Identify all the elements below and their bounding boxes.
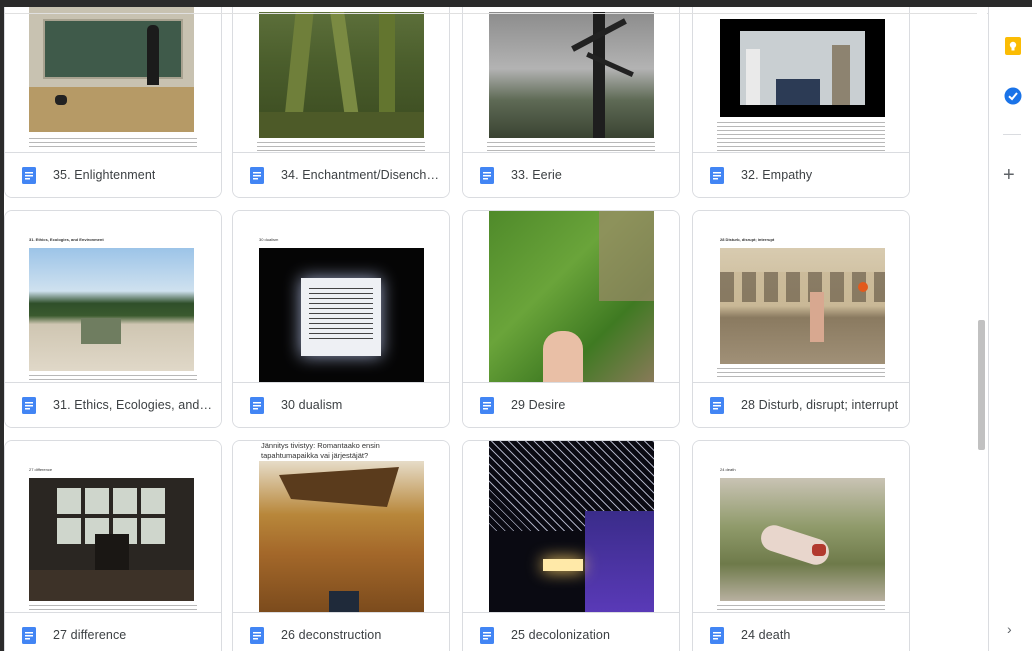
doc-thumbnail: 28 Disturb, disrupt; interrupt: [693, 211, 909, 384]
doc-title: 33. Eerie: [511, 168, 562, 182]
doc-card-30[interactable]: 30 dualism 30 dualism: [232, 210, 450, 428]
doc-thumbnail: [693, 7, 909, 154]
google-docs-icon: [480, 626, 494, 644]
eerie-tree-photo: [489, 12, 654, 138]
ethics-landscape-photo: [29, 248, 194, 371]
preview-text-lines: [29, 138, 197, 148]
doc-thumbnail: [463, 7, 679, 154]
doc-thumbnail: [5, 7, 221, 154]
doc-title: 27 difference: [53, 628, 127, 642]
card-footer: 33. Eerie: [463, 152, 679, 197]
google-docs-icon: [480, 166, 494, 184]
card-footer: 30 dualism: [233, 382, 449, 427]
doc-card-33[interactable]: 33. Eerie: [462, 7, 680, 198]
doc-thumbnail: 27 difference: [5, 441, 221, 614]
doc-title: 34. Enchantment/Disenchantment: [281, 168, 441, 182]
doc-title: 32. Empathy: [741, 168, 813, 182]
google-docs-icon: [250, 166, 264, 184]
doc-card-31[interactable]: 31. Ethics, Ecologies, and Environment 3…: [4, 210, 222, 428]
doc-card-26[interactable]: Jännitys tivistyy: Romantaako ensin tapa…: [232, 440, 450, 651]
doc-card-35[interactable]: 35. Enlightenment: [4, 7, 222, 198]
google-docs-icon: [710, 626, 724, 644]
doc-thumbnail: [463, 211, 679, 384]
side-panel: + ›: [988, 7, 1032, 651]
doc-title: 29 Desire: [511, 398, 566, 412]
doc-card-27[interactable]: 27 difference 27 difference: [4, 440, 222, 651]
preview-text-lines: [257, 142, 425, 152]
doc-thumbnail: Jännitys tivistyy: Romantaako ensin tapa…: [233, 441, 449, 614]
doc-title: 24 death: [741, 628, 791, 642]
header-divider: [4, 13, 988, 14]
preview-heading: 30 dualism: [259, 237, 279, 242]
google-docs-icon: [710, 396, 724, 414]
tasks-icon[interactable]: [1004, 87, 1022, 105]
card-footer: 24 death: [693, 612, 909, 651]
google-docs-icon: [250, 396, 264, 414]
doc-thumbnail: [233, 7, 449, 154]
preview-text-lines: [717, 122, 885, 154]
preview-caption: Jännitys tivistyy: Romantaako ensin tapa…: [261, 441, 380, 460]
empathy-video-still: [720, 19, 885, 117]
dualism-projection-photo: [259, 248, 424, 384]
preview-heading: 31. Ethics, Ecologies, and Environment: [29, 237, 104, 242]
enlightenment-photo: [29, 7, 194, 132]
doc-thumbnail: 31. Ethics, Ecologies, and Environment: [5, 211, 221, 384]
google-docs-icon: [480, 396, 494, 414]
scrollbar-thumb[interactable]: [978, 320, 985, 450]
doc-card-32[interactable]: 32. Empathy: [692, 7, 910, 198]
document-grid: 35. Enlightenment 34. Enchantment/Disenc…: [4, 7, 980, 651]
doc-card-29[interactable]: 29 Desire: [462, 210, 680, 428]
window-top-bar: [0, 0, 1032, 7]
preview-heading: 27 difference: [29, 467, 53, 472]
doc-thumbnail: 30 dualism: [233, 211, 449, 384]
card-footer: 26 deconstruction: [233, 612, 449, 651]
card-footer: 35. Enlightenment: [5, 152, 221, 197]
doc-title: 35. Enlightenment: [53, 168, 156, 182]
doc-card-25[interactable]: 25 decolonization: [462, 440, 680, 651]
side-panel-separator: [1003, 134, 1021, 135]
doc-card-24[interactable]: 24 death 24 death: [692, 440, 910, 651]
google-docs-icon: [710, 166, 724, 184]
google-docs-icon: [22, 626, 36, 644]
moss-hand-photo: [489, 211, 654, 384]
add-icon[interactable]: +: [1003, 165, 1015, 185]
mossy-forest-photo: [259, 12, 424, 138]
card-footer: 34. Enchantment/Disenchantment: [233, 152, 449, 197]
death-seal-photo: [720, 478, 885, 601]
keep-icon[interactable]: [1004, 37, 1022, 55]
card-footer: 28 Disturb, disrupt; interrupt: [693, 382, 909, 427]
doc-title: 25 decolonization: [511, 628, 610, 642]
doc-title: 26 deconstruction: [281, 628, 382, 642]
doc-title: 30 dualism: [281, 398, 343, 412]
card-footer: 31. Ethics, Ecologies, and Environment: [5, 382, 221, 427]
doc-title: 31. Ethics, Ecologies, and Environment: [53, 398, 213, 412]
doc-title: 28 Disturb, disrupt; interrupt: [741, 398, 899, 412]
card-footer: 27 difference: [5, 612, 221, 651]
google-docs-icon: [250, 626, 264, 644]
google-docs-icon: [22, 166, 36, 184]
google-docs-icon: [22, 396, 36, 414]
deconstruction-ceiling-photo: [259, 461, 424, 614]
decolonization-projection-photo: [489, 441, 654, 614]
card-footer: 25 decolonization: [463, 612, 679, 651]
preview-text-lines: [717, 368, 885, 378]
preview-text-lines: [487, 142, 655, 152]
preview-heading: 24 death: [720, 467, 736, 472]
card-footer: 29 Desire: [463, 382, 679, 427]
doc-thumbnail: [463, 441, 679, 614]
difference-room-photo: [29, 478, 194, 601]
doc-card-34[interactable]: 34. Enchantment/Disenchantment: [232, 7, 450, 198]
doc-card-28[interactable]: 28 Disturb, disrupt; interrupt 28 Distur…: [692, 210, 910, 428]
disturb-performance-photo: [720, 248, 885, 364]
preview-heading: 28 Disturb, disrupt; interrupt: [720, 237, 775, 242]
doc-thumbnail: 24 death: [693, 441, 909, 614]
chevron-right-icon[interactable]: ›: [1007, 621, 1012, 637]
card-footer: 32. Empathy: [693, 152, 909, 197]
